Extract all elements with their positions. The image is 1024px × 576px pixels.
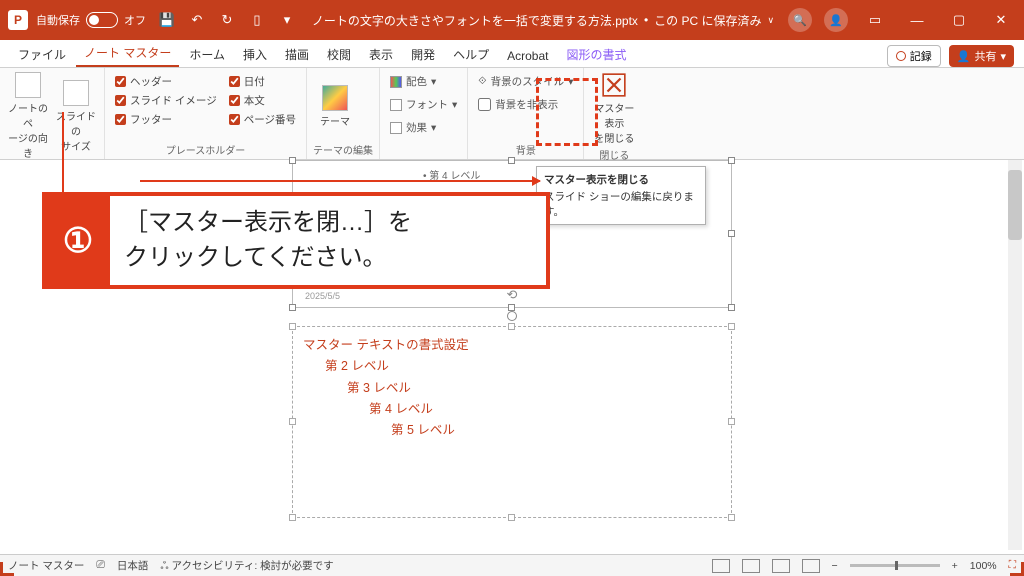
tab-notes-master[interactable]: ノート マスター bbox=[76, 40, 179, 67]
themes-button[interactable]: テーマ bbox=[313, 72, 357, 140]
autosave-label: 自動保存 bbox=[36, 12, 80, 28]
status-access[interactable]: ஃ アクセシビリティ: 検討が必要です bbox=[160, 558, 333, 573]
step-number: ① bbox=[46, 196, 110, 285]
corner-bracket bbox=[0, 0, 14, 14]
undo-icon[interactable]: ↶ bbox=[186, 9, 208, 31]
rotate-handle-icon[interactable] bbox=[507, 311, 517, 321]
normal-view-icon[interactable] bbox=[712, 559, 730, 573]
annotation-arrow-vertical bbox=[62, 112, 64, 194]
tab-file[interactable]: ファイル bbox=[10, 42, 74, 67]
chk-body[interactable]: 本文 bbox=[229, 93, 296, 108]
zoom-value[interactable]: 100% bbox=[970, 560, 997, 572]
tab-acrobat[interactable]: Acrobat bbox=[499, 45, 556, 67]
qat-overflow-icon[interactable]: ▾ bbox=[276, 9, 298, 31]
account-icon[interactable]: 👤 bbox=[824, 8, 848, 32]
instruction-callout: ① ［マスター表示を閉…］をクリックしてください。 bbox=[42, 192, 550, 289]
tab-home[interactable]: ホーム bbox=[181, 42, 233, 67]
ribbon-options-icon[interactable]: ▭ bbox=[860, 12, 890, 28]
tooltip: マスター表示を閉じる スライド ショーの編集に戻ります。 bbox=[536, 166, 706, 225]
tab-view[interactable]: 表示 bbox=[361, 42, 401, 67]
group-page-setup: ノートのペ ージの向き スライドの サイズ ページ設定 bbox=[0, 68, 105, 159]
toggle-icon bbox=[86, 12, 118, 28]
vertical-scrollbar[interactable] bbox=[1008, 160, 1022, 550]
group-theme-sub: 配色 ▾ フォント ▾ 効果 ▾ bbox=[380, 68, 468, 159]
status-lang-icon[interactable]: ⎚ bbox=[96, 559, 104, 572]
notes-orientation-button[interactable]: ノートのペ ージの向き bbox=[6, 72, 50, 160]
status-lang: 日本語 bbox=[117, 558, 149, 573]
chk-footer[interactable]: フッター bbox=[115, 112, 217, 127]
redo-icon[interactable]: ↻ bbox=[216, 9, 238, 31]
rotate-icon[interactable]: ⟲ bbox=[507, 287, 518, 303]
tab-developer[interactable]: 開発 bbox=[403, 42, 443, 67]
highlight-box bbox=[536, 78, 598, 146]
reading-view-icon[interactable] bbox=[772, 559, 790, 573]
window-title: ノートの文字の大きさやフォントを一括で変更する方法.pptx • この PC に… bbox=[298, 12, 788, 29]
zoom-slider[interactable] bbox=[850, 564, 940, 567]
title-bar: P 自動保存 オフ 💾 ↶ ↻ ▯ ▾ ノートの文字の大きさやフォントを一括で変… bbox=[0, 0, 1024, 40]
instruction-text: ［マスター表示を閉…］をクリックしてください。 bbox=[110, 196, 546, 285]
tab-help[interactable]: ヘルプ bbox=[445, 42, 497, 67]
ribbon-tabs: ファイル ノート マスター ホーム 挿入 描画 校閲 表示 開発 ヘルプ Acr… bbox=[0, 40, 1024, 68]
search-icon[interactable]: 🔍 bbox=[788, 8, 812, 32]
chk-header[interactable]: ヘッダー bbox=[115, 74, 217, 89]
annotation-arrow bbox=[140, 180, 540, 182]
status-view: ノート マスター bbox=[8, 558, 84, 573]
save-icon[interactable]: 💾 bbox=[156, 9, 178, 31]
group-placeholders: ヘッダー スライド イメージ フッター 日付 本文 ページ番号 プレースホルダー bbox=[105, 68, 307, 159]
start-show-icon[interactable]: ▯ bbox=[246, 9, 268, 31]
corner-bracket bbox=[1010, 0, 1024, 14]
maximize-button[interactable]: ▢ bbox=[944, 12, 974, 28]
slideshow-view-icon[interactable] bbox=[802, 559, 820, 573]
tab-draw[interactable]: 描画 bbox=[277, 42, 317, 67]
sorter-view-icon[interactable] bbox=[742, 559, 760, 573]
share-button[interactable]: 👤 共有 ▾ bbox=[949, 45, 1014, 67]
minimize-button[interactable]: — bbox=[902, 13, 932, 28]
autosave-state: オフ bbox=[124, 12, 146, 28]
notes-body-placeholder[interactable]: マスター テキストの書式設定 第 2 レベル 第 3 レベル 第 4 レベル 第… bbox=[292, 326, 732, 518]
chk-page-number[interactable]: ページ番号 bbox=[229, 112, 296, 127]
effects-button[interactable]: 効果 ▾ bbox=[386, 118, 461, 137]
slide-size-button[interactable]: スライドの サイズ bbox=[54, 72, 98, 160]
autosave-toggle[interactable]: 自動保存 オフ bbox=[36, 12, 146, 28]
status-bar: ノート マスター ⎚ 日本語 ஃ アクセシビリティ: 検討が必要です − + 1… bbox=[0, 554, 1024, 576]
close-window-button[interactable]: ✕ bbox=[986, 12, 1016, 28]
corner-bracket bbox=[1010, 562, 1024, 576]
zoom-out-icon[interactable]: − bbox=[832, 560, 838, 572]
tab-review[interactable]: 校閲 bbox=[319, 42, 359, 67]
colors-button[interactable]: 配色 ▾ bbox=[386, 72, 461, 91]
tab-shape-format[interactable]: 図形の書式 bbox=[558, 42, 634, 67]
corner-bracket bbox=[0, 562, 14, 576]
tab-insert[interactable]: 挿入 bbox=[235, 42, 275, 67]
chk-date[interactable]: 日付 bbox=[229, 74, 296, 89]
zoom-in-icon[interactable]: + bbox=[952, 560, 958, 572]
chk-slide-image[interactable]: スライド イメージ bbox=[115, 93, 217, 108]
ribbon: ノートのペ ージの向き スライドの サイズ ページ設定 ヘッダー スライド イメ… bbox=[0, 68, 1024, 160]
fonts-button[interactable]: フォント ▾ bbox=[386, 95, 461, 114]
record-button[interactable]: 記録 bbox=[887, 45, 941, 67]
group-theme-edit: テーマ テーマの編集 bbox=[307, 68, 380, 159]
